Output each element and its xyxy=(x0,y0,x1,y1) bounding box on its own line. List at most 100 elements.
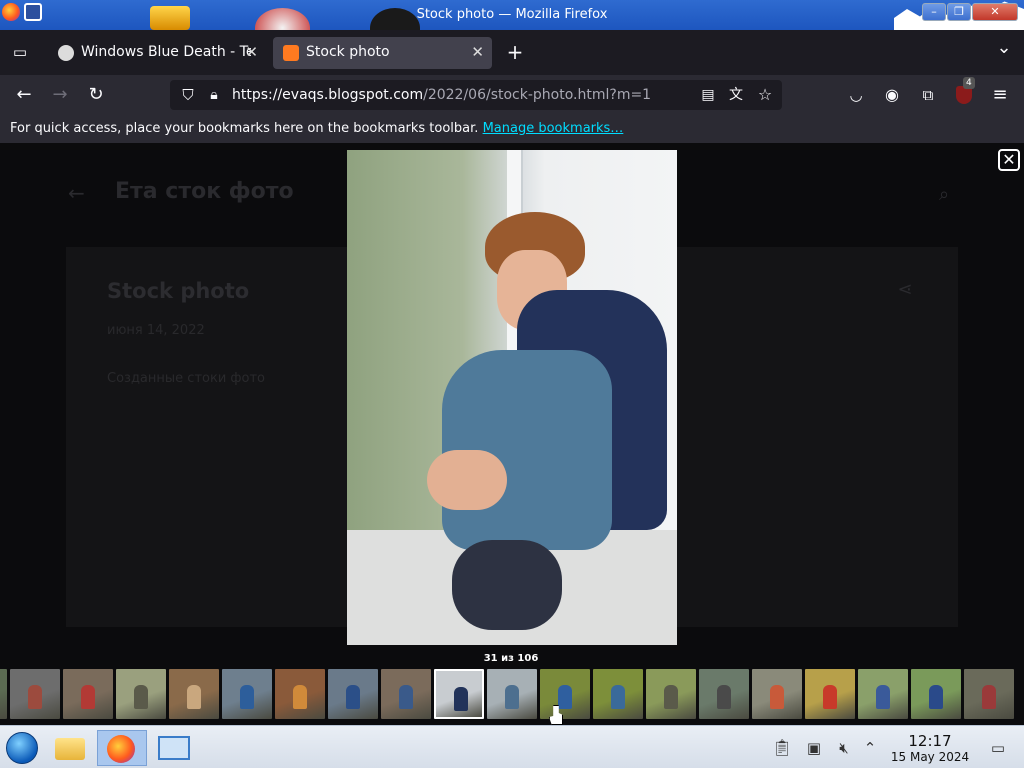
list-all-tabs-button[interactable]: ⌄ xyxy=(992,36,1016,60)
close-window-button[interactable]: ✕ xyxy=(972,3,1018,21)
thumbnail-figure xyxy=(770,685,784,709)
tab-windows-blue-death[interactable]: Windows Blue Death - Te ✕ xyxy=(48,37,266,69)
thumbnail-figure xyxy=(823,685,837,709)
blog-title: Ета сток фото xyxy=(115,179,294,204)
thumbnail-figure xyxy=(187,685,201,709)
reader-icon[interactable]: ▤ xyxy=(696,83,720,107)
tab-label: Stock photo xyxy=(306,44,390,60)
thumbnail[interactable] xyxy=(169,669,219,719)
url-text[interactable]: https://evaqs.blogspot.com/2022/06/stock… xyxy=(232,87,651,103)
url-host: https://evaqs.blogspot.com xyxy=(232,87,424,103)
volume-muted-icon[interactable]: 🔇︎ xyxy=(832,736,856,760)
tab-stock-photo[interactable]: Stock photo ✕ xyxy=(273,37,492,69)
thumbnail-figure xyxy=(611,685,625,709)
maximize-button[interactable]: ❐ xyxy=(947,3,971,21)
tab-strip: ▭ Windows Blue Death - Te ✕ Stock photo … xyxy=(0,30,1024,75)
lightbox-close-button[interactable]: ✕ xyxy=(998,149,1020,171)
thumbnail[interactable] xyxy=(63,669,113,719)
thumbnail[interactable] xyxy=(752,669,802,719)
taskbar: 📋︎ ▣ 🔇︎ ⌃ 12:17 15 May 2024 ▭ xyxy=(0,725,1024,768)
thumbnail[interactable] xyxy=(911,669,961,719)
blogger-favicon-icon xyxy=(283,45,299,61)
pocket-icon[interactable]: ◡ xyxy=(844,83,868,107)
show-desktop-icon[interactable]: ▭ xyxy=(986,736,1010,760)
boy-shoe xyxy=(452,540,562,630)
star-icon[interactable]: ☆ xyxy=(753,83,777,107)
post-note: Созданные стоки фото xyxy=(107,371,265,386)
thumbnail[interactable] xyxy=(275,669,325,719)
thumbnail[interactable] xyxy=(593,669,643,719)
thumbnail[interactable] xyxy=(858,669,908,719)
close-tab-icon[interactable]: ✕ xyxy=(245,43,258,61)
ublock-badge: 4 xyxy=(963,77,975,89)
page-content: ← Ета сток фото ⌕ Stock photo ⋖ июня 14,… xyxy=(0,143,1024,725)
thumbnail-figure xyxy=(982,685,996,709)
minimize-button[interactable]: – xyxy=(922,3,946,21)
boy-hands xyxy=(427,450,507,510)
thumbnail[interactable] xyxy=(222,669,272,719)
manage-bookmarks-link[interactable]: Manage bookmarks… xyxy=(483,121,624,136)
reload-button[interactable]: ↻ xyxy=(84,83,108,107)
bookmarks-toolbar: For quick access, place your bookmarks h… xyxy=(0,115,1024,143)
start-orb-icon[interactable] xyxy=(2,730,46,766)
lightbox-photo[interactable] xyxy=(347,150,677,645)
translate-icon[interactable]: 文 xyxy=(724,83,748,107)
clipboard-icon[interactable]: 📋︎ xyxy=(770,736,794,760)
thumbnail-figure xyxy=(240,685,254,709)
url-path: /2022/06/stock-photo.html?m=1 xyxy=(423,87,652,103)
bookmarks-hint: For quick access, place your bookmarks h… xyxy=(10,121,479,136)
share-icon: ⋖ xyxy=(897,279,913,300)
thumbnail[interactable] xyxy=(381,669,431,719)
tray-expand-icon[interactable]: ⌃ xyxy=(858,736,882,760)
lock-icon[interactable]: 🔒︎ xyxy=(202,83,226,107)
bookmarks-message: For quick access, place your bookmarks h… xyxy=(10,121,623,136)
ublock-icon[interactable]: 4 xyxy=(952,77,976,107)
extensions-icon[interactable]: ⧉ xyxy=(916,83,940,107)
clock-time: 12:17 xyxy=(908,732,952,750)
thumbnail-figure xyxy=(505,685,519,709)
url-bar[interactable]: ⛉ 🔒︎ https://evaqs.blogspot.com/2022/06/… xyxy=(170,80,782,110)
thumbnail-figure xyxy=(929,685,943,709)
thumbnail-figure xyxy=(346,685,360,709)
app-menu-button[interactable]: ≡ xyxy=(988,83,1012,107)
navigation-toolbar: ← → ↻ ⛉ 🔒︎ https://evaqs.blogspot.com/20… xyxy=(0,75,1024,115)
thumbnail[interactable] xyxy=(487,669,537,719)
printer-icon[interactable]: ▣ xyxy=(802,736,826,760)
thumbnail-figure xyxy=(399,685,413,709)
close-tab-icon[interactable]: ✕ xyxy=(471,43,484,61)
screen: Stock photo — Mozilla Firefox – ❐ ✕ ▭ Wi… xyxy=(0,0,1024,768)
firefox-view-button[interactable]: ▭ xyxy=(8,40,32,64)
post-date: июня 14, 2022 xyxy=(107,323,205,338)
thumbnail-figure xyxy=(81,685,95,709)
thumbnail[interactable] xyxy=(699,669,749,719)
blog-back-icon: ← xyxy=(68,181,85,205)
thumbnail-figure xyxy=(293,685,307,709)
thumbnail-figure xyxy=(717,685,731,709)
new-tab-button[interactable]: + xyxy=(503,40,527,64)
back-button[interactable]: ← xyxy=(12,83,36,107)
thumbnail[interactable] xyxy=(646,669,696,719)
thumbnail[interactable] xyxy=(0,669,7,719)
thumbnail[interactable] xyxy=(964,669,1014,719)
window-titlebar[interactable]: Stock photo — Mozilla Firefox – ❐ ✕ xyxy=(0,0,1024,48)
clock[interactable]: 12:17 15 May 2024 xyxy=(886,732,974,764)
display-settings-icon[interactable] xyxy=(152,730,196,766)
clock-date: 15 May 2024 xyxy=(890,750,970,764)
thumbnail[interactable] xyxy=(540,669,590,719)
thumbnail[interactable] xyxy=(116,669,166,719)
thumbnail[interactable] xyxy=(805,669,855,719)
thumbnail-figure xyxy=(134,685,148,709)
post-title: Stock photo xyxy=(107,279,250,303)
folder-icon[interactable] xyxy=(48,730,92,766)
thumbnail-figure xyxy=(558,685,572,709)
firefox-icon xyxy=(107,735,135,763)
thumbnail[interactable] xyxy=(328,669,378,719)
thumbnail[interactable] xyxy=(10,669,60,719)
shield-icon[interactable]: ⛉ xyxy=(176,83,200,107)
forward-button[interactable]: → xyxy=(48,83,72,107)
account-icon[interactable]: ◉ xyxy=(880,83,904,107)
firefox-taskbar-button[interactable] xyxy=(97,730,147,766)
search-icon: ⌕ xyxy=(938,184,950,205)
thumbnail-selected[interactable] xyxy=(434,669,484,719)
window-title: Stock photo — Mozilla Firefox xyxy=(416,7,608,22)
